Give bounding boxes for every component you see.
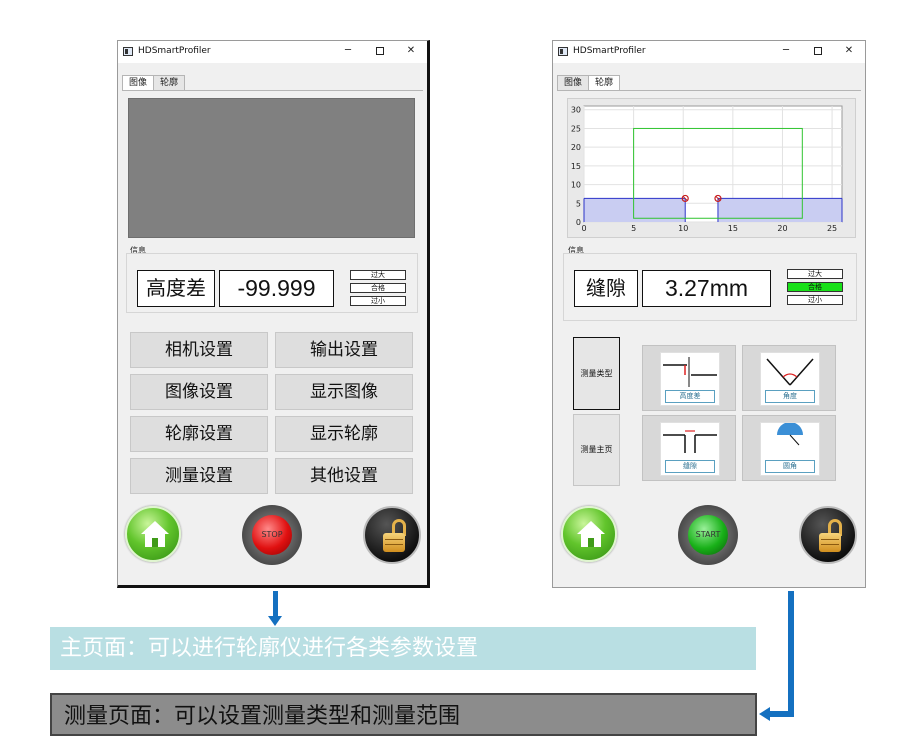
x-tick-label: 20 bbox=[777, 224, 787, 233]
home-button[interactable] bbox=[125, 506, 181, 562]
home-button[interactable] bbox=[561, 506, 617, 562]
x-tick-label: 25 bbox=[827, 224, 837, 233]
maximize-icon bbox=[376, 47, 384, 55]
start-button-label: START bbox=[688, 515, 728, 555]
measure-page-window: HDSmartProfiler ─ ✕ 图像 轮廓 0 5 10 15 20 25 0 5 10… bbox=[552, 40, 866, 588]
tolerance-over: 过大 bbox=[350, 270, 406, 280]
stop-button-label: STOP bbox=[252, 515, 292, 555]
y-tick-label: 5 bbox=[576, 199, 581, 208]
title-bar: HDSmartProfiler ─ ✕ bbox=[553, 41, 865, 63]
app-icon bbox=[123, 47, 133, 56]
arrow-measure-shaft bbox=[788, 591, 794, 717]
x-tick-label: 10 bbox=[678, 224, 688, 233]
measure-type-button[interactable]: 测量类型 bbox=[573, 337, 620, 410]
measure-home-button[interactable]: 测量主页 bbox=[573, 414, 620, 486]
gap-icon: 缝隙 bbox=[660, 422, 720, 476]
output-settings-button[interactable]: 输出设置 bbox=[275, 332, 413, 368]
tab-divider bbox=[122, 90, 423, 91]
show-image-button[interactable]: 显示图像 bbox=[275, 374, 413, 410]
maximize-button[interactable] bbox=[811, 44, 825, 58]
y-tick-label: 10 bbox=[571, 181, 581, 190]
tab-bar: 图像 轮廓 bbox=[122, 75, 186, 91]
angle-icon: 角度 bbox=[760, 352, 820, 406]
tolerance-under: 过小 bbox=[350, 296, 406, 306]
x-tick-label: 5 bbox=[631, 224, 636, 233]
minimize-button[interactable]: ─ bbox=[341, 44, 355, 58]
y-tick-label: 15 bbox=[571, 162, 581, 171]
profile-settings-button[interactable]: 轮廓设置 bbox=[130, 416, 268, 452]
app-icon bbox=[558, 47, 568, 56]
profile-chart-svg: 0 5 10 15 20 25 0 5 10 15 20 25 30 bbox=[571, 105, 843, 233]
tab-divider bbox=[557, 90, 861, 91]
tab-profile[interactable]: 轮廓 bbox=[588, 75, 621, 91]
window-title: HDSmartProfiler bbox=[573, 46, 646, 56]
main-page-window: HDSmartProfiler ─ ✕ 图像 轮廓 信息 高度差 -99.999… bbox=[117, 40, 430, 588]
lock-button[interactable] bbox=[363, 506, 421, 564]
arrow-main-head bbox=[268, 616, 282, 626]
other-settings-button[interactable]: 其他设置 bbox=[275, 458, 413, 494]
arrow-measure-head bbox=[759, 707, 770, 721]
image-settings-button[interactable]: 图像设置 bbox=[130, 374, 268, 410]
tab-bar: 图像 轮廓 bbox=[557, 75, 621, 91]
maximize-icon bbox=[814, 47, 822, 55]
main-page-caption: 主页面：可以进行轮廓仪进行各类参数设置 bbox=[50, 627, 756, 670]
minimize-button[interactable]: ─ bbox=[779, 44, 793, 58]
close-button[interactable]: ✕ bbox=[842, 44, 856, 58]
start-button[interactable]: START bbox=[678, 505, 738, 565]
height-diff-icon: 高度差 bbox=[660, 352, 720, 406]
maximize-button[interactable] bbox=[373, 44, 387, 58]
y-tick-label: 0 bbox=[576, 218, 581, 227]
arrow-main-shaft bbox=[273, 591, 278, 618]
measure-type-label: 缝隙 bbox=[574, 270, 638, 307]
type-tile-height-diff[interactable]: 高度差 bbox=[642, 345, 736, 411]
x-tick-label: 15 bbox=[728, 224, 738, 233]
measure-page-caption: 测量页面：可以设置测量类型和测量范围 bbox=[50, 693, 757, 736]
arrow-measure-bend bbox=[770, 711, 794, 717]
tile-label: 缝隙 bbox=[665, 460, 715, 473]
window-title: HDSmartProfiler bbox=[138, 46, 211, 56]
type-tile-angle[interactable]: 角度 bbox=[742, 345, 836, 411]
show-profile-button[interactable]: 显示轮廓 bbox=[275, 416, 413, 452]
tolerance-over: 过大 bbox=[787, 269, 843, 279]
tolerance-pass: 合格 bbox=[350, 283, 406, 293]
tile-label: 高度差 bbox=[665, 390, 715, 403]
title-bar: HDSmartProfiler ─ ✕ bbox=[118, 41, 427, 63]
measure-settings-button[interactable]: 测量设置 bbox=[130, 458, 268, 494]
home-icon bbox=[141, 521, 169, 549]
tile-label: 圆角 bbox=[765, 460, 815, 473]
tolerance-under: 过小 bbox=[787, 295, 843, 305]
camera-image-view bbox=[128, 98, 415, 238]
measure-type-label: 高度差 bbox=[137, 270, 215, 307]
camera-settings-button[interactable]: 相机设置 bbox=[130, 332, 268, 368]
fillet-icon: 圆角 bbox=[760, 422, 820, 476]
tab-image[interactable]: 图像 bbox=[557, 75, 590, 91]
x-tick-label: 0 bbox=[581, 224, 586, 233]
profile-chart: 0 5 10 15 20 25 0 5 10 15 20 25 30 bbox=[567, 98, 856, 238]
stop-button[interactable]: STOP bbox=[242, 505, 302, 565]
tile-label: 角度 bbox=[765, 390, 815, 403]
y-tick-label: 25 bbox=[571, 124, 581, 133]
type-tile-fillet[interactable]: 圆角 bbox=[742, 415, 836, 481]
stage: HDSmartProfiler ─ ✕ 图像 轮廓 信息 高度差 -99.999… bbox=[0, 0, 900, 745]
tolerance-pass: 合格 bbox=[787, 282, 843, 292]
tab-image[interactable]: 图像 bbox=[122, 75, 155, 91]
home-icon bbox=[577, 521, 605, 549]
measure-value: -99.999 bbox=[219, 270, 334, 307]
y-tick-label: 20 bbox=[571, 143, 581, 152]
measure-value: 3.27mm bbox=[642, 270, 771, 307]
tab-profile[interactable]: 轮廓 bbox=[153, 75, 186, 91]
close-button[interactable]: ✕ bbox=[404, 44, 418, 58]
lock-button[interactable] bbox=[799, 506, 857, 564]
y-tick-label: 30 bbox=[571, 106, 581, 115]
type-tile-gap[interactable]: 缝隙 bbox=[642, 415, 736, 481]
